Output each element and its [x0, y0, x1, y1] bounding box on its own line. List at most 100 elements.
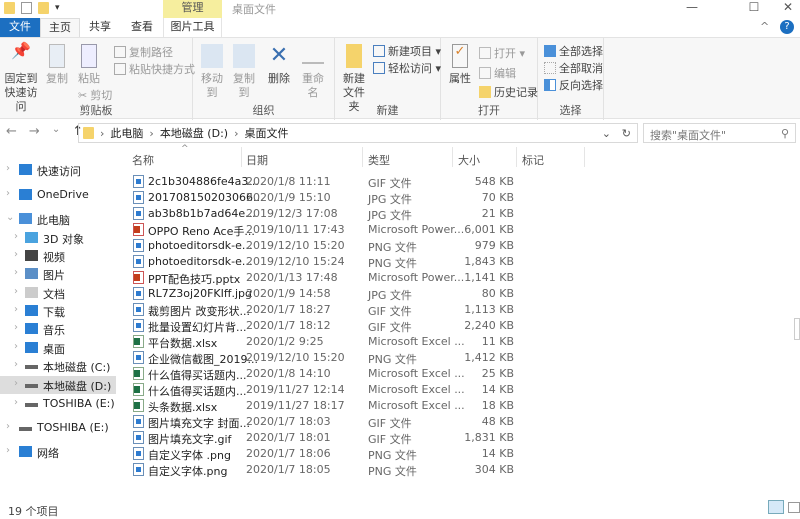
rename-button[interactable]: 重命名: [297, 44, 329, 100]
back-arrow-icon[interactable]: ←: [6, 124, 17, 139]
file-row[interactable]: 2c1b304886fe4a3... 2020/1/8 11:11 GIF 文件 54…: [130, 174, 530, 190]
details-view-icon[interactable]: [768, 500, 784, 514]
expand-chevron-icon[interactable]: ›: [14, 322, 18, 333]
expand-chevron-icon[interactable]: ›: [14, 267, 18, 278]
expand-chevron-icon[interactable]: ›: [14, 341, 18, 352]
file-row[interactable]: ab3b8b1b7ad64e... 2019/12/3 17:08 JPG 文件 21…: [130, 206, 530, 222]
paste-button[interactable]: 粘贴: [76, 44, 102, 86]
nav-item[interactable]: › 音乐: [0, 320, 116, 338]
expand-chevron-icon[interactable]: ›: [6, 163, 10, 174]
expand-chevron-icon[interactable]: ⌄: [6, 212, 14, 223]
easy-access-button[interactable]: 轻松访问 ▾: [373, 60, 441, 76]
column-type[interactable]: 类型: [368, 152, 390, 168]
file-row[interactable]: photoeditorsdk-e... 2019/12/10 15:24 PNG 文…: [130, 254, 530, 270]
preview-pane-handle[interactable]: [794, 318, 800, 340]
forward-arrow-icon[interactable]: →: [29, 124, 40, 139]
expand-chevron-icon[interactable]: ›: [14, 359, 18, 370]
expand-chevron-icon[interactable]: ›: [6, 421, 10, 432]
file-row[interactable]: PPT配色技巧.pptx 2020/1/13 17:48 Microsoft Pow…: [130, 270, 530, 286]
nav-item[interactable]: › 文档: [0, 284, 116, 302]
search-input[interactable]: 搜索"桌面文件" ⚲: [643, 123, 796, 143]
column-size[interactable]: 大小: [458, 152, 480, 168]
collapse-ribbon-icon[interactable]: ^: [760, 20, 769, 33]
nav-item[interactable]: › TOSHIBA (E:): [0, 395, 116, 413]
refresh-icon[interactable]: ↻: [622, 127, 631, 140]
expand-chevron-icon[interactable]: ›: [14, 249, 18, 260]
close-button[interactable]: ✕: [766, 0, 800, 16]
expand-chevron-icon[interactable]: ›: [6, 188, 10, 199]
delete-button[interactable]: ✕ 删除: [267, 44, 291, 86]
copy-to-button[interactable]: 复制到: [229, 44, 259, 100]
group-select: 全部选择 全部取消 反向选择 选择: [538, 38, 604, 120]
expand-chevron-icon[interactable]: ›: [14, 378, 18, 389]
file-row[interactable]: 什么值得买话题内... 2019/11/27 12:14 Microsoft Exc…: [130, 382, 530, 398]
expand-chevron-icon[interactable]: ›: [14, 231, 18, 242]
tab-file[interactable]: 文件: [0, 18, 40, 37]
nav-item[interactable]: › 本地磁盘 (C:): [0, 357, 116, 375]
nav-item[interactable]: › 视频: [0, 247, 116, 265]
file-row[interactable]: 什么值得买话题内... 2020/1/8 14:10 Microsoft Excel…: [130, 366, 530, 382]
file-row[interactable]: 自定义字体.png 2020/1/7 18:05 PNG 文件 304 KB: [130, 462, 530, 478]
nav-item[interactable]: › TOSHIBA (E:): [0, 419, 116, 437]
copy-button[interactable]: 复制: [44, 44, 70, 86]
customize-dropdown-icon[interactable]: ▾: [55, 3, 60, 13]
help-icon[interactable]: ?: [780, 20, 794, 34]
address-bar[interactable]: › 此电脑 › 本地磁盘 (D:) › 桌面文件 ⌄ ↻: [78, 123, 638, 143]
breadcrumb-desktop-files[interactable]: 桌面文件: [244, 125, 288, 141]
file-row[interactable]: 平台数据.xlsx 2020/1/2 9:25 Microsoft Excel ..…: [130, 334, 530, 350]
group-label: 打开: [478, 104, 500, 117]
breadcrumb-this-pc[interactable]: 此电脑: [110, 125, 143, 141]
nav-item[interactable]: ⌄ 此电脑: [0, 210, 116, 228]
file-row[interactable]: 头条数据.xlsx 2019/11/27 18:17 Microsoft Excel…: [130, 398, 530, 414]
move-to-button[interactable]: 移动到: [197, 44, 227, 100]
edit-button[interactable]: 编辑: [479, 65, 516, 81]
properties-quick-icon[interactable]: [21, 2, 32, 14]
breadcrumb-drive-d[interactable]: 本地磁盘 (D:): [160, 125, 228, 141]
file-type: GIF 文件: [368, 305, 412, 318]
properties-button[interactable]: ✓ 属性: [447, 44, 473, 86]
tab-view[interactable]: 查看: [122, 18, 162, 37]
history-button[interactable]: 历史记录: [479, 84, 538, 100]
file-row[interactable]: photoeditorsdk-e... 2019/12/10 15:20 PNG 文…: [130, 238, 530, 254]
new-item-button[interactable]: 新建项目 ▾: [373, 43, 441, 59]
nav-item[interactable]: › 网络: [0, 443, 116, 461]
file-row[interactable]: 批量设置幻灯片背... 2020/1/7 18:12 GIF 文件 2,240 KB: [130, 318, 530, 334]
recent-locations-chevron-icon[interactable]: ⌄: [52, 124, 60, 139]
file-row[interactable]: OPPO Reno Ace手... 2019/10/11 17:43 Microso…: [130, 222, 530, 238]
nav-item[interactable]: › 下载: [0, 302, 116, 320]
column-name[interactable]: 名称: [132, 152, 154, 168]
file-row[interactable]: 图片填充文字 封面... 2020/1/7 18:03 GIF 文件 48 KB: [130, 414, 530, 430]
expand-chevron-icon[interactable]: ›: [14, 397, 18, 408]
select-all-button[interactable]: 全部选择: [544, 43, 603, 59]
invert-selection-button[interactable]: 反向选择: [544, 77, 603, 93]
file-row[interactable]: 企业微信截图_2019... 2019/12/10 15:20 PNG 文件 1,41…: [130, 350, 530, 366]
minimize-button[interactable]: —: [670, 0, 714, 16]
expand-chevron-icon[interactable]: ›: [14, 286, 18, 297]
nav-item[interactable]: › OneDrive: [0, 186, 116, 204]
column-tags[interactable]: 标记: [522, 152, 544, 168]
large-icons-view-icon[interactable]: [788, 502, 800, 513]
tab-picture-tools[interactable]: 图片工具: [163, 18, 222, 37]
file-row[interactable]: 自定义字体 .png 2020/1/7 18:06 PNG 文件 14 KB: [130, 446, 530, 462]
tab-home[interactable]: 主页: [40, 18, 80, 37]
address-dropdown-chevron-icon[interactable]: ⌄: [602, 127, 611, 140]
nav-item[interactable]: › 快速访问: [0, 161, 116, 179]
expand-chevron-icon[interactable]: ›: [6, 445, 10, 456]
file-row[interactable]: 图片填充文字.gif 2020/1/7 18:01 GIF 文件 1,831 KB: [130, 430, 530, 446]
cut-button[interactable]: ✂ 剪切: [78, 87, 112, 103]
file-row[interactable]: 裁剪图片 改变形状... 2020/1/7 18:27 GIF 文件 1,113 KB: [130, 302, 530, 318]
file-row[interactable]: 201708150203066... 2020/1/9 15:10 JPG 文件 70…: [130, 190, 530, 206]
nav-item[interactable]: › 本地磁盘 (D:): [0, 376, 116, 394]
nav-item[interactable]: › 3D 对象: [0, 229, 116, 247]
select-none-button[interactable]: 全部取消: [544, 60, 603, 76]
paste-shortcut-button[interactable]: 粘贴快捷方式: [114, 61, 195, 77]
copy-path-button[interactable]: 复制路径: [114, 44, 173, 60]
open-button[interactable]: 打开 ▾: [479, 45, 525, 61]
nav-item[interactable]: › 图片: [0, 265, 116, 283]
nav-item[interactable]: › 桌面: [0, 339, 116, 357]
column-date[interactable]: 日期: [246, 152, 268, 168]
new-folder-quick-icon[interactable]: [38, 2, 49, 14]
file-row[interactable]: RL7Z3oj20FKIff.jpg 2020/1/9 14:58 JPG 文件 80…: [130, 286, 530, 302]
tab-share[interactable]: 共享: [80, 18, 120, 37]
expand-chevron-icon[interactable]: ›: [14, 304, 18, 315]
